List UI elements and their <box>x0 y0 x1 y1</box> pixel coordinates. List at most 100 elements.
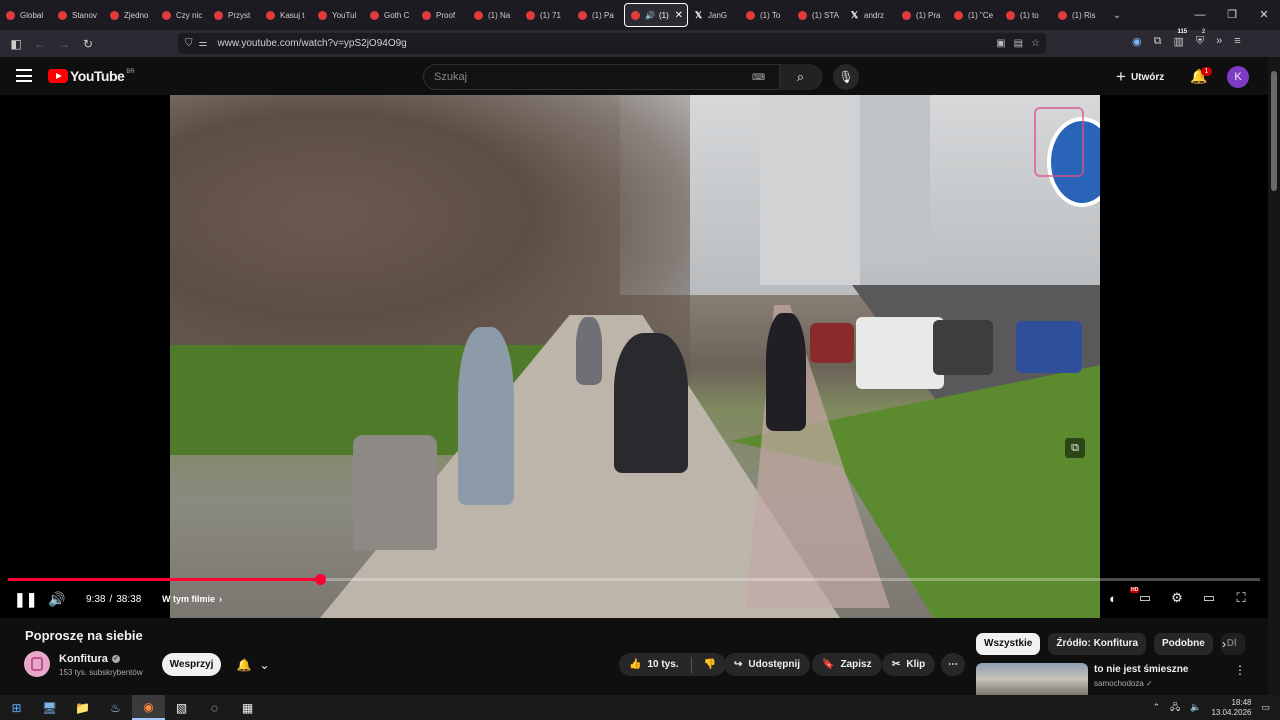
browser-tab[interactable]: (1) Ris <box>1052 3 1104 27</box>
page-scrollbar[interactable] <box>1268 57 1280 695</box>
extension-shield-icon[interactable]: ⛨ 2 <box>1196 29 1205 48</box>
chips-next-icon[interactable]: › <box>1222 637 1226 651</box>
mute-button[interactable]: 🔊 <box>48 591 65 607</box>
address-bar[interactable]: ⛉ ⚌ www.youtube.com/watch?v=ypS2jO94O9g … <box>178 33 1046 54</box>
dislike-icon[interactable]: 👎 <box>704 659 716 670</box>
browser-tab[interactable]: 𝕏andrz <box>844 3 896 27</box>
like-icon[interactable]: 👍 <box>629 659 641 670</box>
recommendation-channel[interactable]: samochodoza ✓ <box>1094 679 1153 688</box>
channel-name-row[interactable]: Konfitura ✓ <box>59 653 120 665</box>
share-button[interactable]: ↪ Udostępnij <box>724 653 811 676</box>
browser-tab[interactable]: (1) 71 <box>520 3 572 27</box>
create-button[interactable]: + Utwórz <box>1116 64 1164 90</box>
browser-tab[interactable]: Kasuj t <box>260 3 312 27</box>
browser-tab[interactable]: (1) Na <box>468 3 520 27</box>
search-button[interactable]: ⌕ <box>779 64 821 90</box>
channel-name[interactable]: Konfitura <box>59 653 108 665</box>
clock[interactable]: 18:48 13.04.2026 <box>1211 698 1251 718</box>
miniplayer-icon[interactable]: ⧉ <box>1065 438 1085 458</box>
browser-tab[interactable]: 🔊 (1) ✕ <box>624 3 688 27</box>
keyboard-icon[interactable]: ⌨ <box>752 72 765 83</box>
theater-mode-icon[interactable]: ▭ <box>1200 590 1218 606</box>
speaker-icon[interactable]: 🔈 <box>1190 702 1201 713</box>
notification-center-icon[interactable]: ▭ <box>1261 702 1270 713</box>
browser-tab[interactable]: Goth C <box>364 3 416 27</box>
browser-tab[interactable]: Proof <box>416 3 468 27</box>
notification-settings-button[interactable]: 🔔 ⌄ <box>229 653 277 676</box>
browser-tab[interactable]: (1) "Ce <box>948 3 1000 27</box>
browser-tab[interactable]: 𝕏 JanG <box>688 3 740 27</box>
recommendation-title[interactable]: to nie jest śmieszne <box>1094 664 1188 675</box>
search-box[interactable]: Szukaj ⌨ ⌕ <box>423 64 822 90</box>
extension-puzzle-icon[interactable]: ⧉ <box>1154 35 1162 48</box>
save-button[interactable]: 🔖 Zapisz <box>812 653 882 676</box>
voice-search-icon[interactable]: 🎙 <box>833 64 859 90</box>
windows-start-icon[interactable]: ⊞ <box>0 695 33 720</box>
subtitles-icon[interactable]: ▭ <box>1136 590 1154 606</box>
avatar[interactable]: K <box>1227 66 1249 88</box>
browser-tab[interactable]: Czy nic <box>156 3 208 27</box>
firefox-icon[interactable]: ◉ <box>132 695 165 720</box>
browser-tab[interactable]: Przyst <box>208 3 260 27</box>
settings-gear-icon[interactable]: ⚙ <box>1168 590 1186 606</box>
more-tools-icon[interactable]: » <box>1216 35 1222 48</box>
browser-tab[interactable]: (1) STA <box>792 3 844 27</box>
video-player[interactable]: ⧉ ❚❚ 🔊 9:38 / 38:38 W tym filmie › ◐ ▭ ⚙… <box>0 95 1268 618</box>
chip[interactable]: Wszystkie <box>976 633 1041 655</box>
sidebar-toggle-icon[interactable]: ◧ <box>4 37 28 51</box>
calculator-icon[interactable]: ▦ <box>231 695 264 720</box>
browser-tab[interactable]: Global <box>0 3 52 27</box>
scrollbar-thumb[interactable] <box>1271 71 1277 191</box>
app-menu-icon[interactable]: ≡ <box>1234 35 1240 48</box>
search-input[interactable]: Szukaj <box>434 71 467 83</box>
reload-icon[interactable]: ↻ <box>76 37 100 51</box>
like-count[interactable]: 10 tys. <box>647 659 678 670</box>
browser-tab[interactable]: Zjedno <box>104 3 156 27</box>
autoplay-toggle-icon[interactable]: ◐ <box>1104 591 1122 606</box>
fullscreen-icon[interactable]: ⛶ <box>1232 590 1250 606</box>
hamburger-menu-icon[interactable] <box>16 69 32 82</box>
ublock-icon[interactable]: ◉ <box>1132 35 1142 48</box>
steam-icon[interactable]: ♨ <box>99 695 132 720</box>
play-pause-button[interactable]: ❚❚ <box>14 591 37 607</box>
tray-chevron-icon[interactable]: ⌃ <box>1153 702 1161 713</box>
network-icon[interactable]: 🖧 <box>1170 700 1180 716</box>
channel-avatar[interactable] <box>24 651 50 677</box>
browser-tab[interactable]: (1) To <box>740 3 792 27</box>
video-frame[interactable]: ⧉ <box>170 95 1100 618</box>
forward-icon[interactable]: → <box>52 37 76 51</box>
browser-tab[interactable]: Stanov <box>52 3 104 27</box>
close-window-icon[interactable]: ✕ <box>1248 0 1280 30</box>
extension-badge-icon[interactable]: ▥ 115 <box>1173 29 1187 48</box>
clip-button[interactable]: ✂ Klip <box>882 653 936 676</box>
support-button[interactable]: Wesprzyj <box>162 653 221 676</box>
app-icon[interactable]: ◌ <box>198 695 231 720</box>
shield-icon[interactable]: ⛉ <box>185 38 193 49</box>
browser-tab[interactable]: (1) Pa <box>572 3 624 27</box>
notion-icon[interactable]: ▧ <box>165 695 198 720</box>
file-explorer-icon[interactable]: 📁 <box>66 695 99 720</box>
url-text[interactable]: www.youtube.com/watch?v=ypS2jO94O9g <box>217 38 406 49</box>
restore-icon[interactable]: ❐ <box>1216 0 1248 30</box>
browser-tab[interactable]: (1) Pra <box>896 3 948 27</box>
minimize-icon[interactable]: — <box>1184 0 1216 30</box>
close-tab-icon[interactable]: ✕ <box>675 10 683 21</box>
youtube-logo[interactable]: YouTube BR <box>48 68 135 84</box>
back-icon[interactable]: ← <box>28 37 52 51</box>
progress-bar[interactable] <box>8 574 1260 585</box>
recommendation-more-icon[interactable]: ⋮ <box>1234 663 1246 677</box>
recommendation-thumbnail[interactable] <box>976 663 1088 695</box>
channel-watermark[interactable] <box>1034 107 1084 177</box>
remote-desktop-icon[interactable]: 🖥 <box>33 695 66 720</box>
list-all-tabs-icon[interactable]: ⌄ <box>1110 10 1124 21</box>
chip[interactable]: Źródło: Konfitura <box>1048 633 1147 655</box>
browser-tab[interactable]: YouTul <box>312 3 364 27</box>
more-actions-button[interactable]: ⋯ <box>941 653 965 676</box>
picture-in-picture-icon[interactable]: ▣ <box>996 38 1005 49</box>
chapter-button[interactable]: W tym filmie › <box>162 591 222 607</box>
chip[interactable]: Podobne <box>1154 633 1213 655</box>
reader-view-icon[interactable]: ▤ <box>1014 38 1023 49</box>
browser-tab[interactable]: (1) to <box>1000 3 1052 27</box>
bookmark-star-icon[interactable]: ☆ <box>1031 38 1040 49</box>
tab-audio-icon[interactable]: 🔊 <box>645 11 655 20</box>
